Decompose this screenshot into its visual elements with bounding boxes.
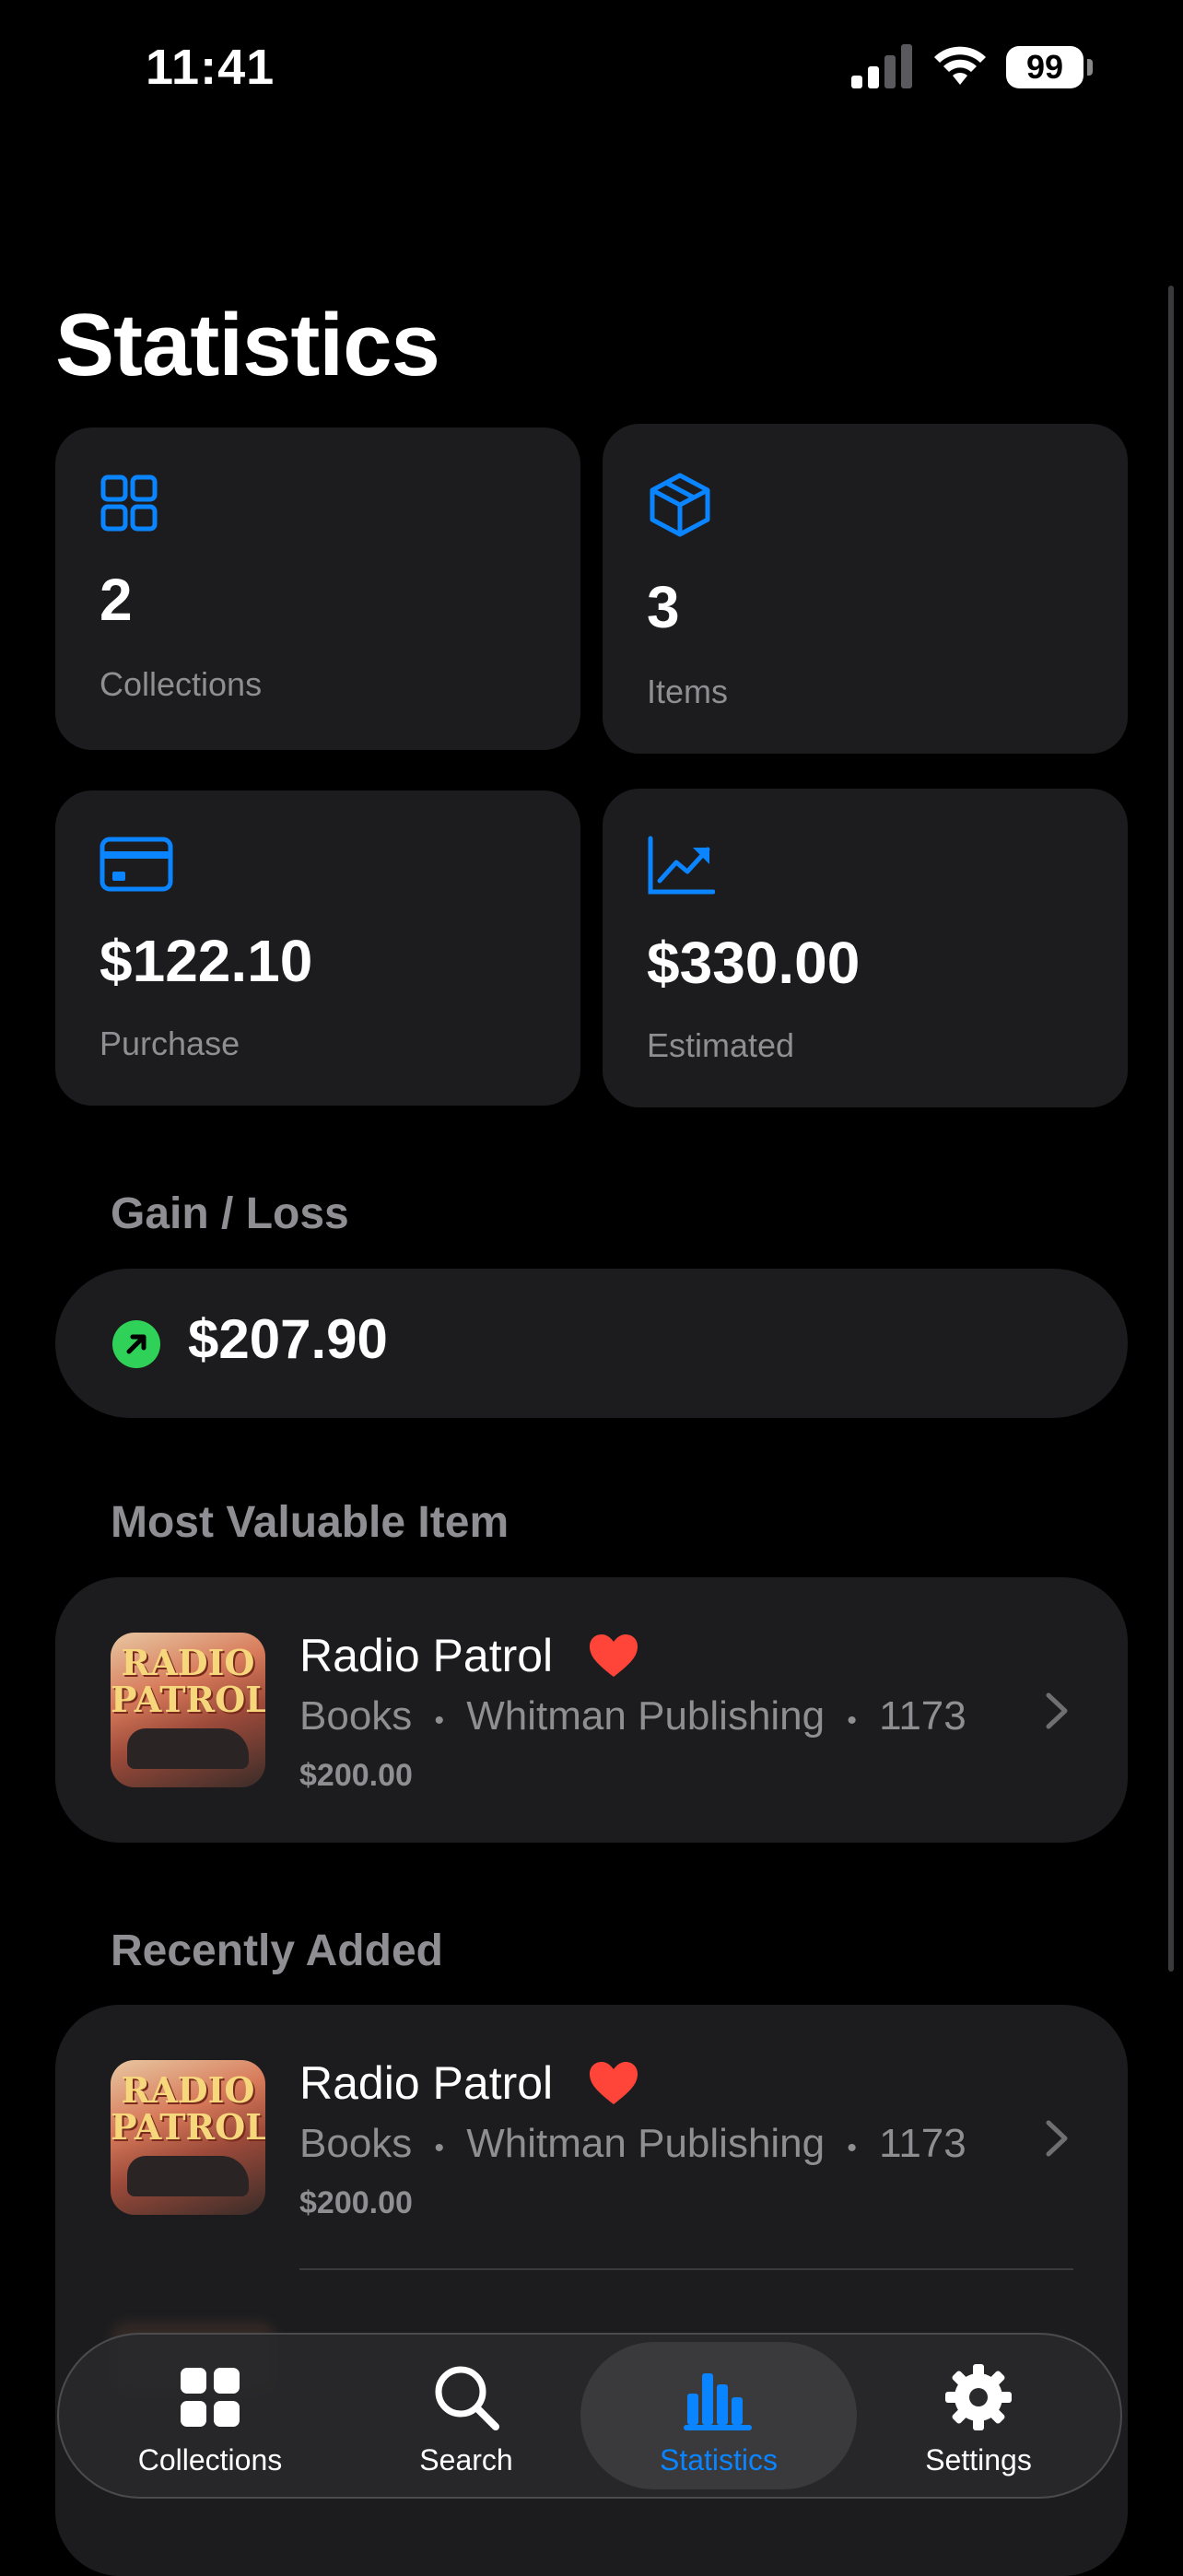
item-publisher: Whitman Publishing bbox=[466, 1693, 826, 1739]
credit-card-icon bbox=[100, 837, 173, 892]
stat-value: 3 bbox=[647, 574, 680, 640]
item-title: Radio Patrol bbox=[299, 1630, 554, 1681]
item-thumbnail: RADIO PATROL bbox=[111, 2060, 265, 2215]
item-publisher: Whitman Publishing bbox=[466, 2121, 826, 2166]
thumbnail-car-illustration bbox=[127, 2156, 249, 2196]
item-number: 1173 bbox=[879, 2121, 966, 2166]
stat-value: $330.00 bbox=[647, 930, 861, 996]
stat-card-estimated: $330.00 Estimated bbox=[603, 789, 1128, 1107]
separator-dot: • bbox=[847, 2133, 857, 2163]
battery-level: 99 bbox=[1006, 46, 1083, 88]
trending-up-icon bbox=[648, 836, 715, 895]
stat-value: $122.10 bbox=[100, 928, 313, 994]
gain-loss-card: $207.90 bbox=[55, 1269, 1128, 1418]
stat-label: Estimated bbox=[647, 1026, 795, 1064]
gain-loss-value: $207.90 bbox=[188, 1308, 388, 1370]
item-number: 1173 bbox=[879, 1693, 966, 1739]
page-title: Statistics bbox=[55, 296, 440, 394]
tab-label: Statistics bbox=[659, 2443, 779, 2476]
item-subtitle: Books • Whitman Publishing • 1173 bbox=[299, 2121, 966, 2167]
wifi-icon bbox=[934, 46, 986, 85]
tab-bar: Collections Search Statistics Settings bbox=[57, 2333, 1122, 2499]
status-time: 11:41 bbox=[146, 40, 275, 95]
thumbnail-text: RADIO bbox=[121, 1642, 255, 1683]
stat-card-collections: 2 Collections bbox=[55, 427, 580, 750]
battery-indicator: 99 bbox=[1006, 46, 1093, 90]
thumbnail-text: PATROL bbox=[111, 1679, 265, 1720]
stat-label: Purchase bbox=[100, 1025, 240, 1062]
chevron-right-icon[interactable] bbox=[1045, 2119, 1069, 2158]
section-heading-recently-added: Recently Added bbox=[111, 1926, 443, 1975]
stat-card-purchase: $122.10 Purchase bbox=[55, 790, 580, 1106]
tab-label: Settings bbox=[925, 2443, 1032, 2476]
separator-dot: • bbox=[434, 1705, 445, 1736]
item-price: $200.00 bbox=[299, 2185, 413, 2220]
list-divider bbox=[299, 2268, 1073, 2270]
chart-bars-icon bbox=[684, 2373, 752, 2430]
most-valuable-item-row[interactable]: RADIO PATROL Radio Patrol Books • Whitma… bbox=[55, 1577, 1128, 1843]
separator-dot: • bbox=[847, 1705, 857, 1736]
favorite-heart-icon[interactable] bbox=[588, 2060, 639, 2106]
thumbnail-car-illustration bbox=[127, 1728, 249, 1769]
collections-grid-icon bbox=[181, 2368, 240, 2427]
scroll-indicator[interactable] bbox=[1168, 286, 1174, 1972]
tab-collections[interactable]: Collections bbox=[81, 2335, 339, 2497]
grid-icon bbox=[100, 474, 158, 532]
battery-tip bbox=[1087, 59, 1093, 76]
stat-value: 2 bbox=[100, 567, 133, 633]
cellular-signal-icon bbox=[851, 44, 912, 88]
gear-icon bbox=[945, 2364, 1012, 2430]
section-heading-gain-loss: Gain / Loss bbox=[111, 1189, 349, 1238]
item-category: Books bbox=[299, 1693, 413, 1739]
thumbnail-text: PATROL bbox=[111, 2106, 265, 2148]
arrow-up-right-icon bbox=[112, 1320, 160, 1368]
item-price: $200.00 bbox=[299, 1758, 413, 1793]
box-icon bbox=[650, 473, 710, 537]
favorite-heart-icon[interactable] bbox=[588, 1633, 639, 1679]
item-subtitle: Books • Whitman Publishing • 1173 bbox=[299, 1693, 966, 1739]
tab-statistics[interactable]: Statistics bbox=[580, 2335, 857, 2497]
stat-card-items: 3 Items bbox=[603, 424, 1128, 754]
stat-label: Items bbox=[647, 673, 729, 710]
item-thumbnail: RADIO PATROL bbox=[111, 1633, 265, 1787]
section-heading-most-valuable: Most Valuable Item bbox=[111, 1498, 510, 1547]
tab-search[interactable]: Search bbox=[337, 2335, 595, 2497]
tab-label: Collections bbox=[137, 2443, 283, 2476]
tab-settings[interactable]: Settings bbox=[849, 2335, 1107, 2497]
stat-label: Collections bbox=[100, 665, 263, 703]
separator-dot: • bbox=[434, 2133, 445, 2163]
tab-label: Search bbox=[419, 2443, 513, 2476]
search-icon bbox=[435, 2366, 499, 2430]
item-category: Books bbox=[299, 2121, 413, 2166]
thumbnail-text: RADIO bbox=[121, 2069, 255, 2111]
chevron-right-icon bbox=[1046, 1692, 1068, 1729]
item-title[interactable]: Radio Patrol bbox=[299, 2056, 553, 2110]
